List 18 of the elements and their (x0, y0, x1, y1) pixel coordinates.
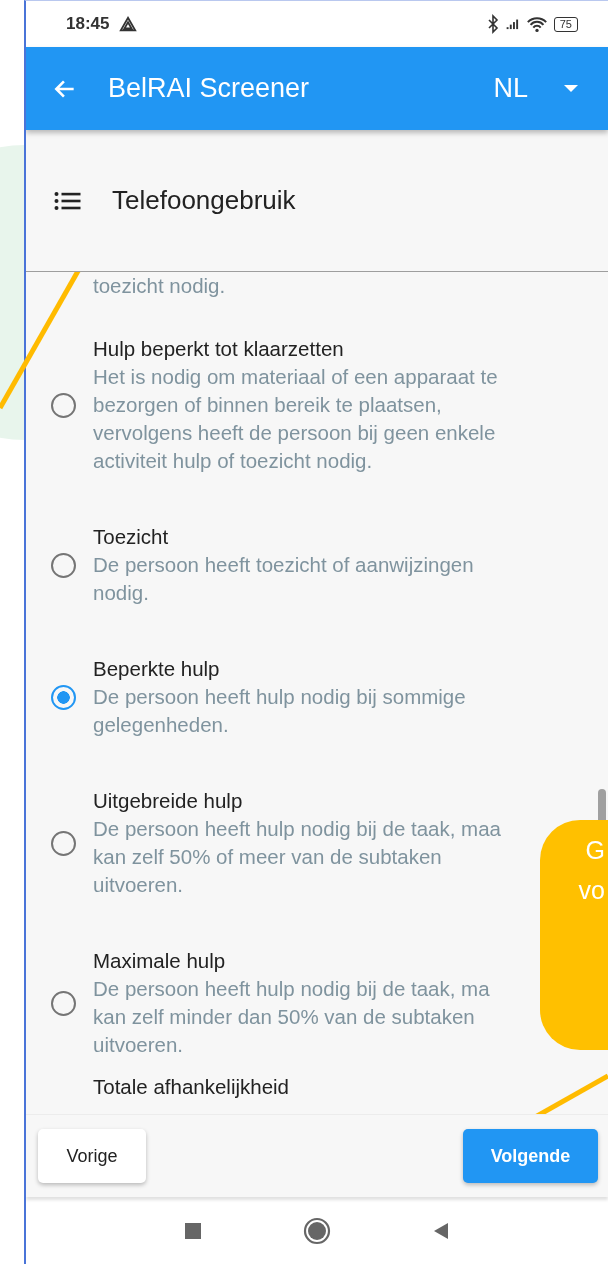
option-description: De persoon heeft hulp nodig bij de taak, maa kan zelf 50% of meer van de subtaken uitvoeren. (93, 816, 501, 898)
option-title: Uitgebreide hulp (93, 788, 244, 814)
option-title: Maximale hulp (93, 948, 227, 974)
section-title: Telefoongebruik (112, 185, 296, 216)
status-time: 18:45 (66, 14, 110, 34)
option-description: De persoon heeft hulp nodig bij de taak, ma kan zelf minder dan 50% van de subtaken uitvoeren. (93, 976, 490, 1058)
option-description: Het is nodig om materiaal of een apparaat te bezorgen of binnen bereik te plaatsen, vervolgens heeft de persoon bij geen enkele activiteit hulp of toezicht nodig. (93, 364, 498, 474)
option-title: Beperkte hulp (93, 656, 221, 682)
callout-text: G (585, 835, 605, 866)
option-description: De persoon heeft hulp nodig bij sommige gelegenheden. (93, 684, 466, 738)
option-title: Hulp beperkt tot klaarzetten (93, 336, 345, 362)
option-title: Toezicht (93, 524, 170, 550)
callout-text: vo (578, 875, 605, 906)
option-description: toezicht nodig. (93, 273, 227, 299)
option-title: Totale afhankelijkheid (93, 1074, 291, 1100)
app-title: BelRAI Screener (108, 73, 310, 104)
option-description: De persoon heeft toezicht of aanwijzingen nodig. (93, 552, 474, 606)
battery-indicator: 75 (553, 16, 578, 32)
